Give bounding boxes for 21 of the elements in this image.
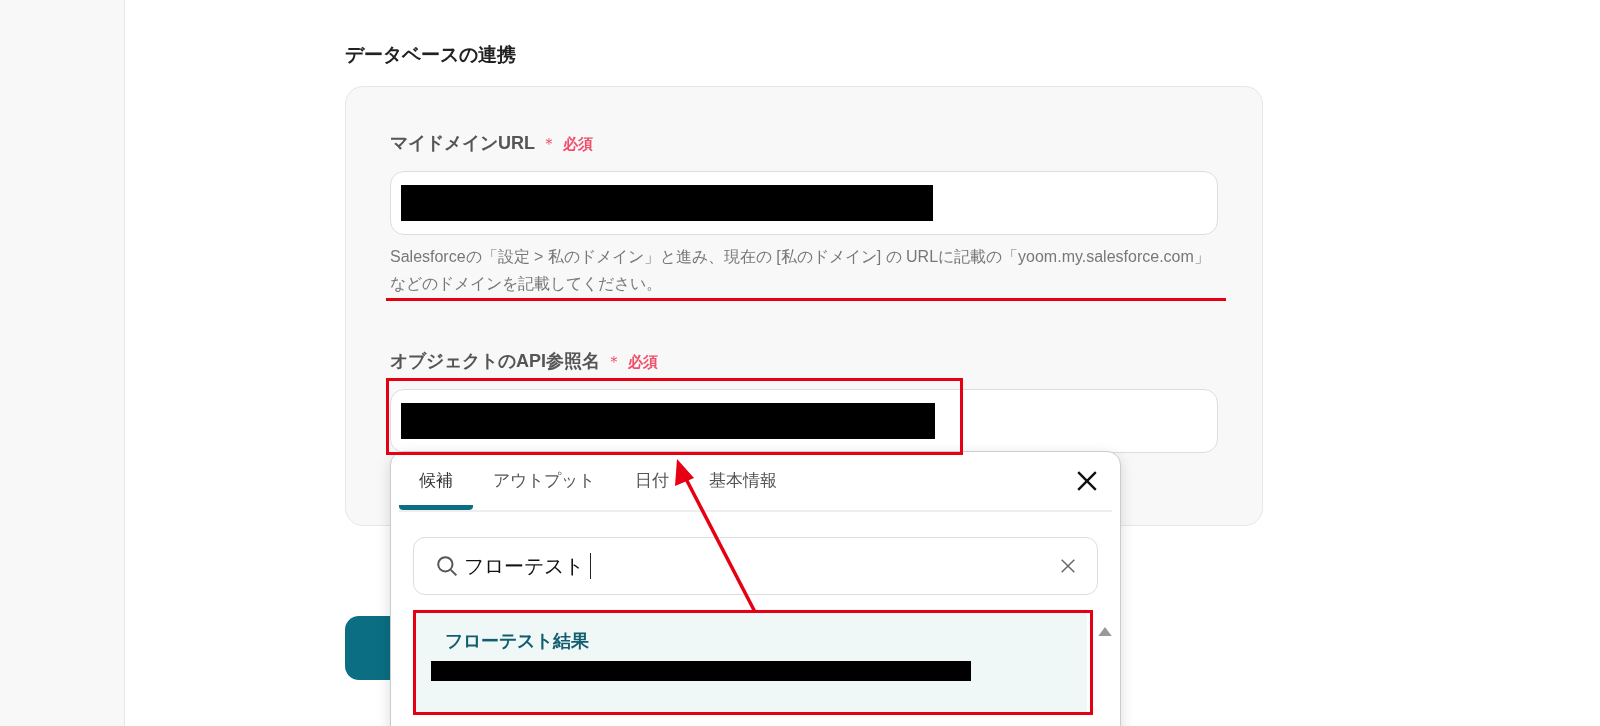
help-text: Salesforceの「設定 > 私のドメイン」と進み、現在の [私のドメイン] の URLに記載の「yoom.my.salesforce.com」などのドメインを記載してください。 (390, 247, 1211, 294)
required-mark: ＊ (541, 134, 557, 154)
clear-icon[interactable] (1059, 557, 1077, 575)
field-label: マイドメインURL (390, 132, 535, 155)
input-field[interactable] (390, 389, 1218, 453)
field-label: オブジェクトのAPI参照名 (390, 350, 600, 373)
scroll-up-icon[interactable] (1098, 627, 1112, 636)
required-label: 必須 (628, 353, 658, 372)
required-label: 必須 (563, 135, 593, 154)
search-icon (436, 555, 458, 577)
search-value: フローテスト (464, 553, 584, 579)
tab[interactable]: 日付 (615, 452, 689, 510)
tab[interactable]: 候補 (399, 452, 473, 510)
section-title: データベースの連携 (345, 43, 517, 67)
input-field[interactable] (390, 171, 1218, 235)
tab[interactable]: 基本情報 (689, 452, 797, 510)
suggestion-item[interactable]: フローテスト結果 (415, 609, 1087, 713)
required-mark: ＊ (606, 352, 622, 372)
search-field[interactable]: フローテスト (413, 537, 1098, 595)
close-icon[interactable] (1076, 470, 1098, 492)
tab[interactable]: アウトプット (473, 452, 615, 510)
